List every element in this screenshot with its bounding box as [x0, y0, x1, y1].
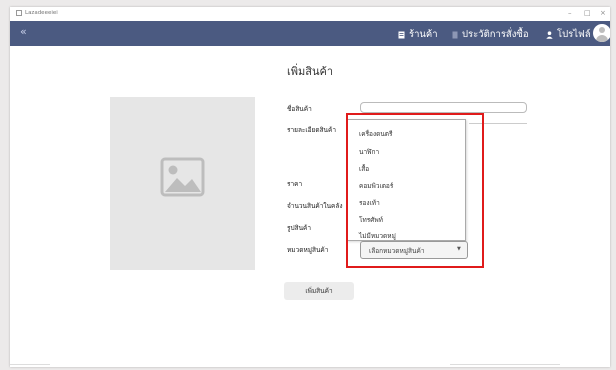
product-name-input[interactable] [360, 102, 527, 113]
top-navbar: « ร้านค้า ประวัติการสั่งซื้อ โปรไฟล์ [10, 21, 610, 46]
label-stock: จำนวนสินค้าในคลัง [287, 202, 343, 210]
nav-label-store: ร้านค้า [409, 29, 438, 40]
nav-label-order-history: ประวัติการสั่งซื้อ [462, 29, 529, 40]
add-product-button[interactable]: เพิ่มสินค้า [284, 282, 354, 300]
close-button[interactable]: × [600, 8, 606, 18]
label-price: ราคา [287, 180, 303, 188]
page-title: เพิ่มสินค้า [287, 65, 334, 78]
divider [10, 364, 50, 365]
label-product-description: รายละเอียดสินค้า [287, 126, 336, 134]
minimize-button[interactable]: – [568, 8, 572, 18]
add-product-button-label: เพิ่มสินค้า [305, 287, 333, 295]
label-product-image: รูปสินค้า [287, 224, 312, 232]
store-icon [398, 31, 405, 38]
avatar[interactable] [593, 24, 610, 42]
back-icon[interactable]: « [20, 25, 27, 38]
avatar-body [596, 35, 608, 42]
nav-label-profile: โปรไฟล์ [557, 29, 591, 40]
label-category: หมวดหมู่สินค้า [287, 246, 329, 254]
user-icon [546, 30, 553, 39]
nav-item-store[interactable]: ร้านค้า [398, 27, 438, 42]
label-product-name: ชื่อสินค้า [287, 105, 312, 113]
divider [450, 364, 560, 365]
app-window: Lazadeeeiei – □ × « ร้านค้า ประวัติการสั… [10, 7, 610, 367]
image-placeholder-icon [160, 157, 205, 197]
nav-item-order-history[interactable]: ประวัติการสั่งซื้อ [452, 27, 529, 42]
nav-item-profile[interactable]: โปรไฟล์ [546, 27, 591, 42]
title-bar: Lazadeeeiei – □ × [10, 7, 610, 21]
app-title: Lazadeeeiei [16, 10, 58, 16]
product-image-preview [110, 97, 255, 270]
app-icon [16, 10, 22, 16]
highlight-box [346, 113, 484, 268]
receipt-icon [452, 31, 458, 38]
app-title-text: Lazadeeeiei [25, 10, 58, 16]
avatar-head [599, 27, 605, 33]
maximize-button[interactable]: □ [584, 8, 591, 18]
